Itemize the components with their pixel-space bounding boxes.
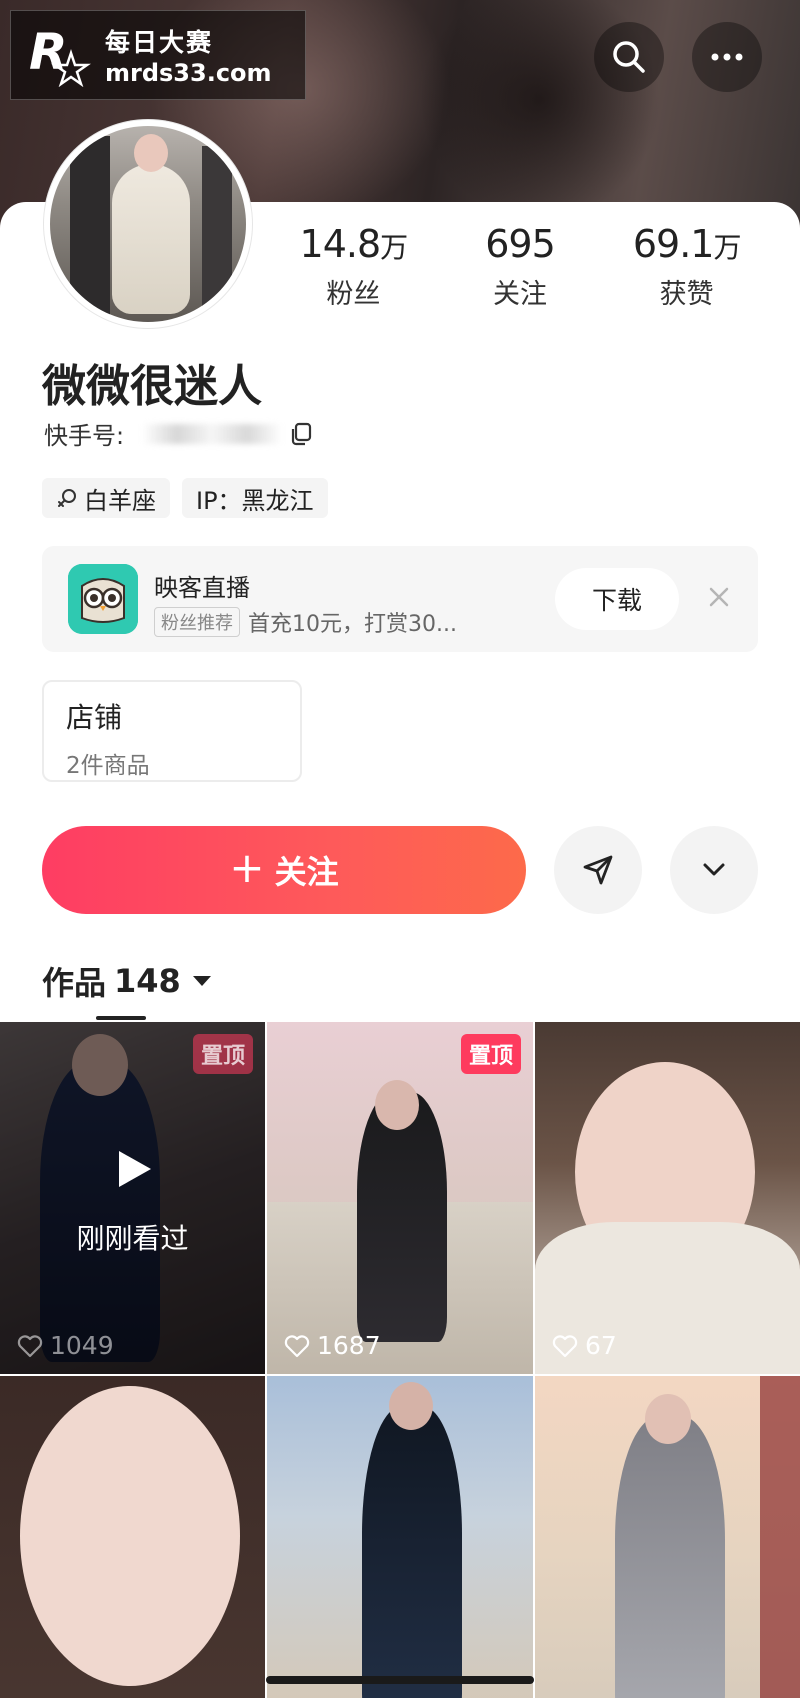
video-tile[interactable] [0, 1376, 265, 1698]
watermark-site-name: 每日大赛 [105, 28, 214, 57]
kwai-id-row: 快手号: [44, 416, 314, 451]
search-button[interactable] [594, 22, 664, 92]
tab-works[interactable]: 作品 148 [42, 958, 211, 1004]
zodiac-tag-label: 白羊座 [84, 486, 156, 515]
watermark-logo: R [27, 23, 91, 88]
profile-name: 微微很迷人 [42, 361, 262, 412]
like-count: 1049 [16, 1331, 114, 1360]
chevron-down-icon [703, 863, 725, 876]
play-icon [118, 1151, 151, 1187]
follow-button-label: 关注 [274, 853, 339, 891]
tab-works-count: 148 [114, 962, 181, 1000]
caret-down-icon [192, 976, 211, 986]
shop-item-count: 2件商品 [66, 753, 150, 779]
stat-likes-value: 69.1 [632, 222, 715, 266]
kwai-id-label: 快手号: [44, 422, 125, 450]
shop-card[interactable]: 店铺 2件商品 [42, 680, 302, 782]
stat-following-value: 695 [485, 222, 556, 266]
stat-following-label: 关注 [493, 279, 547, 310]
home-indicator[interactable] [266, 1676, 534, 1684]
close-icon[interactable] [704, 582, 734, 612]
plus-icon: + [229, 843, 265, 892]
send-icon [583, 855, 613, 885]
stat-fans-value: 14.8 [299, 222, 382, 266]
expand-more-button[interactable] [670, 826, 758, 914]
like-count-value: 1049 [50, 1331, 114, 1360]
just-watched-label: 刚刚看过 [76, 1222, 189, 1255]
app-ad-card[interactable]: 映客直播 粉丝推荐 首充10元，打赏30... 下载 [42, 546, 758, 652]
tab-active-indicator [96, 1016, 146, 1020]
stat-fans[interactable]: 14.8万 粉丝 [270, 222, 437, 311]
watermark-url: mrds33.com [105, 59, 272, 87]
like-count-value: 67 [585, 1331, 617, 1360]
ad-fans-recommend-badge: 粉丝推荐 [154, 607, 240, 637]
zodiac-tag: 白羊座 [42, 478, 170, 518]
ad-download-button[interactable]: 下载 [555, 568, 679, 630]
stat-following[interactable]: 695 关注 [437, 222, 604, 311]
stat-fans-label: 粉丝 [326, 279, 381, 310]
like-count-value: 1687 [317, 1331, 381, 1360]
heart-icon [284, 1334, 310, 1357]
ad-subtitle: 首充10元，打赏30... [248, 612, 457, 637]
shop-title: 店铺 [66, 701, 123, 734]
stat-fans-unit: 万 [380, 231, 408, 264]
zodiac-aries-icon [58, 489, 76, 507]
profile-stats: 14.8万 粉丝 695 关注 69.1万 获赞 [270, 222, 770, 311]
pinned-badge: 置顶 [460, 1034, 521, 1074]
like-count: 1687 [283, 1331, 381, 1360]
heart-icon [552, 1334, 578, 1357]
pinned-badge: 置顶 [192, 1034, 253, 1074]
inke-app-icon [68, 564, 138, 634]
more-dots-icon [711, 53, 743, 61]
ad-app-name: 映客直播 [154, 574, 250, 602]
stat-likes-unit: 万 [713, 231, 741, 264]
more-button[interactable] [692, 22, 762, 92]
video-tile[interactable] [535, 1376, 800, 1698]
site-watermark: R 每日大赛 mrds33.com [10, 10, 306, 100]
video-tile[interactable]: 置顶 刚刚看过 1049 [0, 1022, 265, 1374]
tab-works-label: 作品 [42, 964, 107, 1002]
search-icon [613, 41, 645, 73]
stat-likes[interactable]: 69.1万 获赞 [603, 222, 770, 311]
ad-subtitle-row: 粉丝推荐 首充10元，打赏30... [154, 606, 457, 638]
stat-likes-label: 获赞 [659, 279, 714, 310]
share-button[interactable] [554, 826, 642, 914]
video-tile[interactable]: 置顶 1687 [267, 1022, 533, 1374]
ip-location-tag: IP：黑龙江 [182, 478, 328, 518]
like-count: 67 [551, 1331, 617, 1360]
svg-text:R: R [29, 23, 68, 81]
copy-icon[interactable] [288, 421, 314, 447]
video-tile[interactable]: 67 [535, 1022, 800, 1374]
works-grid: 置顶 刚刚看过 1049 置顶 1687 67 [0, 1022, 800, 1698]
ip-location-label: IP：黑龙江 [196, 486, 314, 515]
kwai-id-value-blurred [142, 423, 283, 444]
avatar[interactable] [44, 120, 252, 328]
profile-tags: 白羊座 IP：黑龙江 [42, 478, 328, 518]
follow-button[interactable]: + 关注 [42, 826, 526, 914]
video-tile[interactable] [267, 1376, 533, 1698]
heart-icon [17, 1334, 43, 1357]
